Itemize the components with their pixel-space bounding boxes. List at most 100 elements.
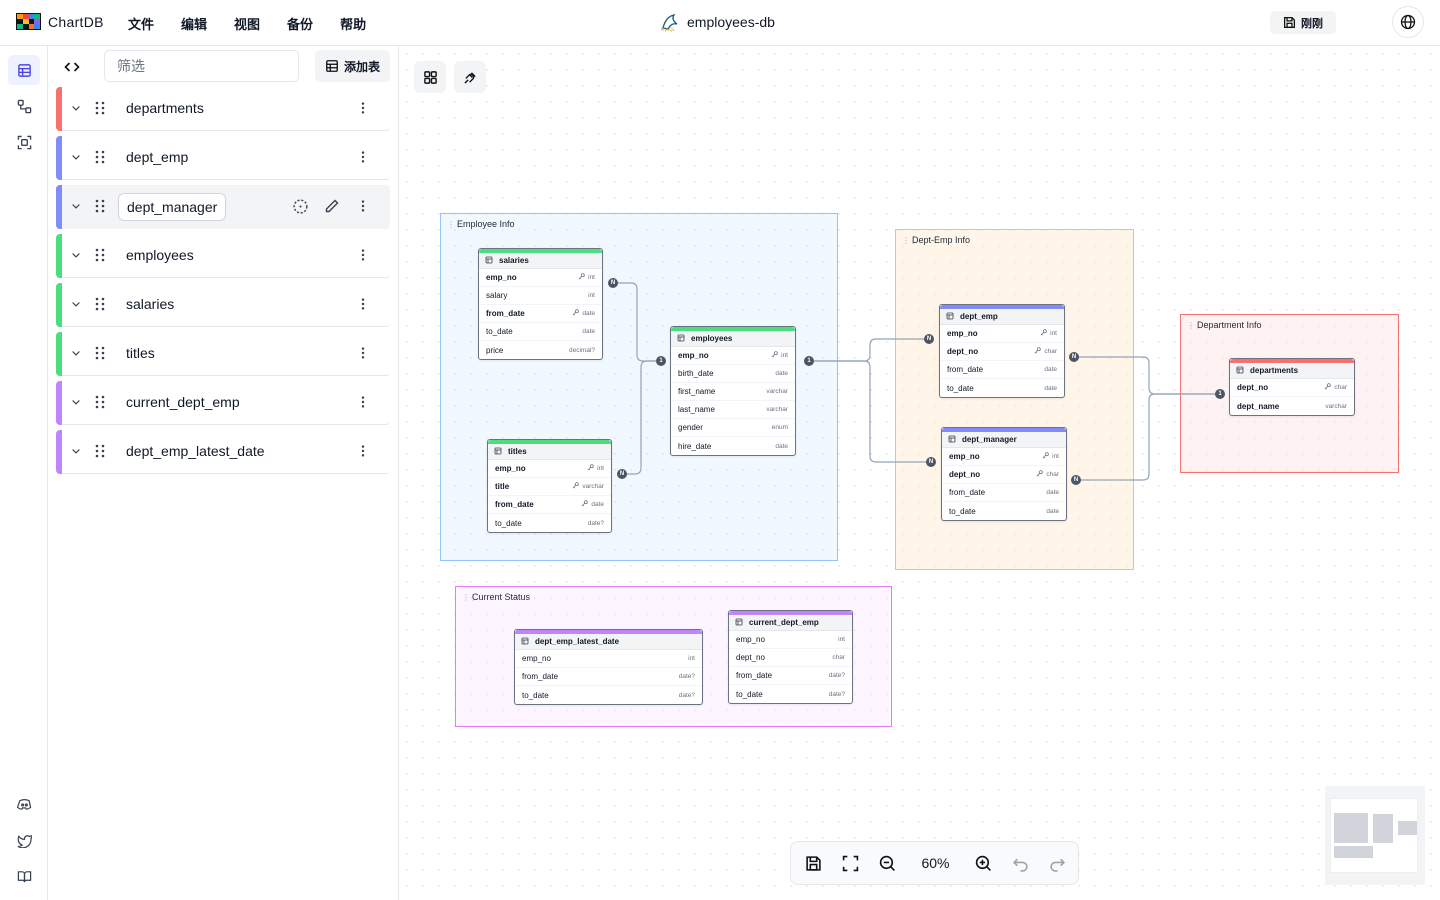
more-options-icon[interactable] [356, 297, 370, 316]
erd-field-row[interactable]: hire_date date [671, 437, 795, 455]
save-status-button[interactable]: 刚刚 [1270, 11, 1336, 34]
erd-table-header[interactable]: titles [488, 440, 611, 460]
erd-field-row[interactable]: gender enum [671, 419, 795, 437]
more-options-icon[interactable] [356, 395, 370, 414]
chevron-down-icon[interactable] [70, 395, 82, 413]
more-options-icon[interactable] [356, 199, 370, 218]
minimap[interactable] [1325, 786, 1425, 885]
sidebar-table-row-current-dept-emp[interactable]: current_dept_emp [56, 381, 390, 425]
chevron-down-icon[interactable] [70, 248, 82, 266]
erd-field-row[interactable]: salary int [479, 287, 602, 305]
erd-field-row[interactable]: from_date date [940, 361, 1064, 379]
erd-field-row[interactable]: emp_no int [671, 347, 795, 365]
more-options-icon[interactable] [356, 101, 370, 120]
sidebar-table-row-salaries[interactable]: salaries [56, 283, 390, 327]
erd-table-current-dept-emp[interactable]: current_dept_emp emp_no int dept_no char from… [728, 610, 853, 704]
chevron-down-icon[interactable] [70, 150, 82, 168]
erd-field-row[interactable]: from_date date [479, 305, 602, 323]
zoom-in-button[interactable] [965, 841, 1002, 885]
zoom-level[interactable]: 60% [906, 855, 965, 871]
erd-table-header[interactable]: dept_emp_latest_date [515, 630, 702, 650]
erd-field-row[interactable]: to_date date? [488, 514, 611, 532]
diagram-title[interactable]: MySQL employees-db [660, 12, 775, 32]
menu-view[interactable]: 视图 [234, 14, 260, 33]
erd-table-header[interactable]: employees [671, 327, 795, 347]
erd-table-salaries[interactable]: salaries emp_no int salary int from_date date t… [478, 248, 603, 360]
menu-file[interactable]: 文件 [128, 14, 154, 33]
drag-handle-icon[interactable] [94, 346, 106, 365]
erd-field-row[interactable]: emp_no int [479, 269, 602, 287]
diagram-canvas[interactable]: ⋮⋮ Employee Info ⋮⋮ Dept-Emp Info ⋮⋮ Dep… [399, 46, 1440, 900]
rail-twitter-button[interactable] [8, 825, 40, 855]
menu-backup[interactable]: 备份 [287, 14, 313, 33]
erd-field-row[interactable]: emp_no int [729, 631, 852, 649]
app-logo[interactable]: ChartDB [16, 13, 104, 30]
sidebar-table-row-dept-emp[interactable]: dept_emp [56, 136, 390, 180]
more-options-icon[interactable] [356, 248, 370, 267]
more-options-icon[interactable] [356, 150, 370, 169]
erd-field-row[interactable]: price decimal? [479, 341, 602, 359]
erd-field-row[interactable]: emp_no int [515, 650, 702, 668]
redo-button[interactable] [1039, 841, 1076, 885]
erd-field-row[interactable]: dept_no char [940, 343, 1064, 361]
sidebar-table-row-dept-emp-latest-date[interactable]: dept_emp_latest_date [56, 430, 390, 474]
drag-handle-icon[interactable] [94, 444, 106, 463]
drag-handle-icon[interactable] [94, 199, 106, 218]
erd-field-row[interactable]: last_name varchar [671, 401, 795, 419]
language-button[interactable] [1392, 6, 1424, 38]
more-options-icon[interactable] [356, 346, 370, 365]
erd-field-row[interactable]: birth_date date [671, 365, 795, 383]
erd-field-row[interactable]: to_date date [479, 323, 602, 341]
erd-field-row[interactable]: from_date date? [729, 667, 852, 685]
focus-table-icon[interactable] [292, 198, 309, 220]
drag-handle-icon[interactable] [94, 150, 106, 169]
chevron-down-icon[interactable] [70, 297, 82, 315]
erd-table-departments[interactable]: departments dept_no char dept_name varchar [1229, 358, 1355, 416]
erd-field-row[interactable]: dept_no char [1230, 379, 1354, 397]
erd-table-header[interactable]: salaries [479, 249, 602, 269]
erd-field-row[interactable]: to_date date [942, 502, 1066, 520]
erd-field-row[interactable]: to_date date? [729, 685, 852, 703]
drag-handle-icon[interactable] [94, 395, 106, 414]
edit-pencil-icon[interactable] [324, 198, 340, 219]
rail-areas-button[interactable] [8, 127, 40, 157]
erd-field-row[interactable]: from_date date [488, 496, 611, 514]
drag-handle-icon[interactable] [94, 297, 106, 316]
undo-button[interactable] [1002, 841, 1039, 885]
erd-field-row[interactable]: dept_no char [942, 466, 1066, 484]
erd-table-header[interactable]: dept_emp [940, 305, 1064, 325]
erd-table-dept-manager[interactable]: dept_manager emp_no int dept_no char from_dat… [941, 427, 1067, 521]
save-button[interactable] [795, 841, 832, 885]
erd-field-row[interactable]: dept_no char [729, 649, 852, 667]
more-options-icon[interactable] [356, 444, 370, 463]
sidebar-table-row-titles[interactable]: titles [56, 332, 390, 376]
erd-field-row[interactable]: to_date date? [515, 686, 702, 704]
zoom-out-button[interactable] [869, 841, 906, 885]
sidebar-table-row-departments[interactable]: departments [56, 87, 390, 131]
erd-table-titles[interactable]: titles emp_no int title varchar from_date date… [487, 439, 612, 533]
menu-edit[interactable]: 编辑 [181, 14, 207, 33]
chevron-down-icon[interactable] [70, 346, 82, 364]
erd-field-row[interactable]: from_date date? [515, 668, 702, 686]
rail-docs-button[interactable] [8, 861, 40, 891]
chevron-down-icon[interactable] [70, 199, 82, 217]
drag-handle-icon[interactable] [94, 101, 106, 120]
erd-table-header[interactable]: departments [1230, 359, 1354, 379]
erd-table-header[interactable]: dept_manager [942, 428, 1066, 448]
add-table-button[interactable]: 添加表 [315, 50, 390, 82]
sidebar-table-row-dept-manager[interactable]: dept_manager [56, 185, 390, 229]
erd-field-row[interactable]: to_date date [940, 379, 1064, 397]
erd-table-dept-emp[interactable]: dept_emp emp_no int dept_no char from_date dat… [939, 304, 1065, 398]
erd-field-row[interactable]: dept_name varchar [1230, 397, 1354, 415]
erd-field-row[interactable]: from_date date [942, 484, 1066, 502]
erd-field-row[interactable]: emp_no int [940, 325, 1064, 343]
erd-field-row[interactable]: emp_no int [942, 448, 1066, 466]
fit-view-button[interactable] [832, 841, 869, 885]
erd-table-dept-emp-latest-date[interactable]: dept_emp_latest_date emp_no int from_date da… [514, 629, 703, 705]
chevron-down-icon[interactable] [70, 101, 82, 119]
collapse-sidebar-button[interactable] [58, 54, 86, 80]
rail-relationships-button[interactable] [8, 91, 40, 121]
rail-tables-button[interactable] [8, 55, 40, 85]
chevron-down-icon[interactable] [70, 444, 82, 462]
erd-table-employees[interactable]: employees emp_no int birth_date date first_na… [670, 326, 796, 456]
